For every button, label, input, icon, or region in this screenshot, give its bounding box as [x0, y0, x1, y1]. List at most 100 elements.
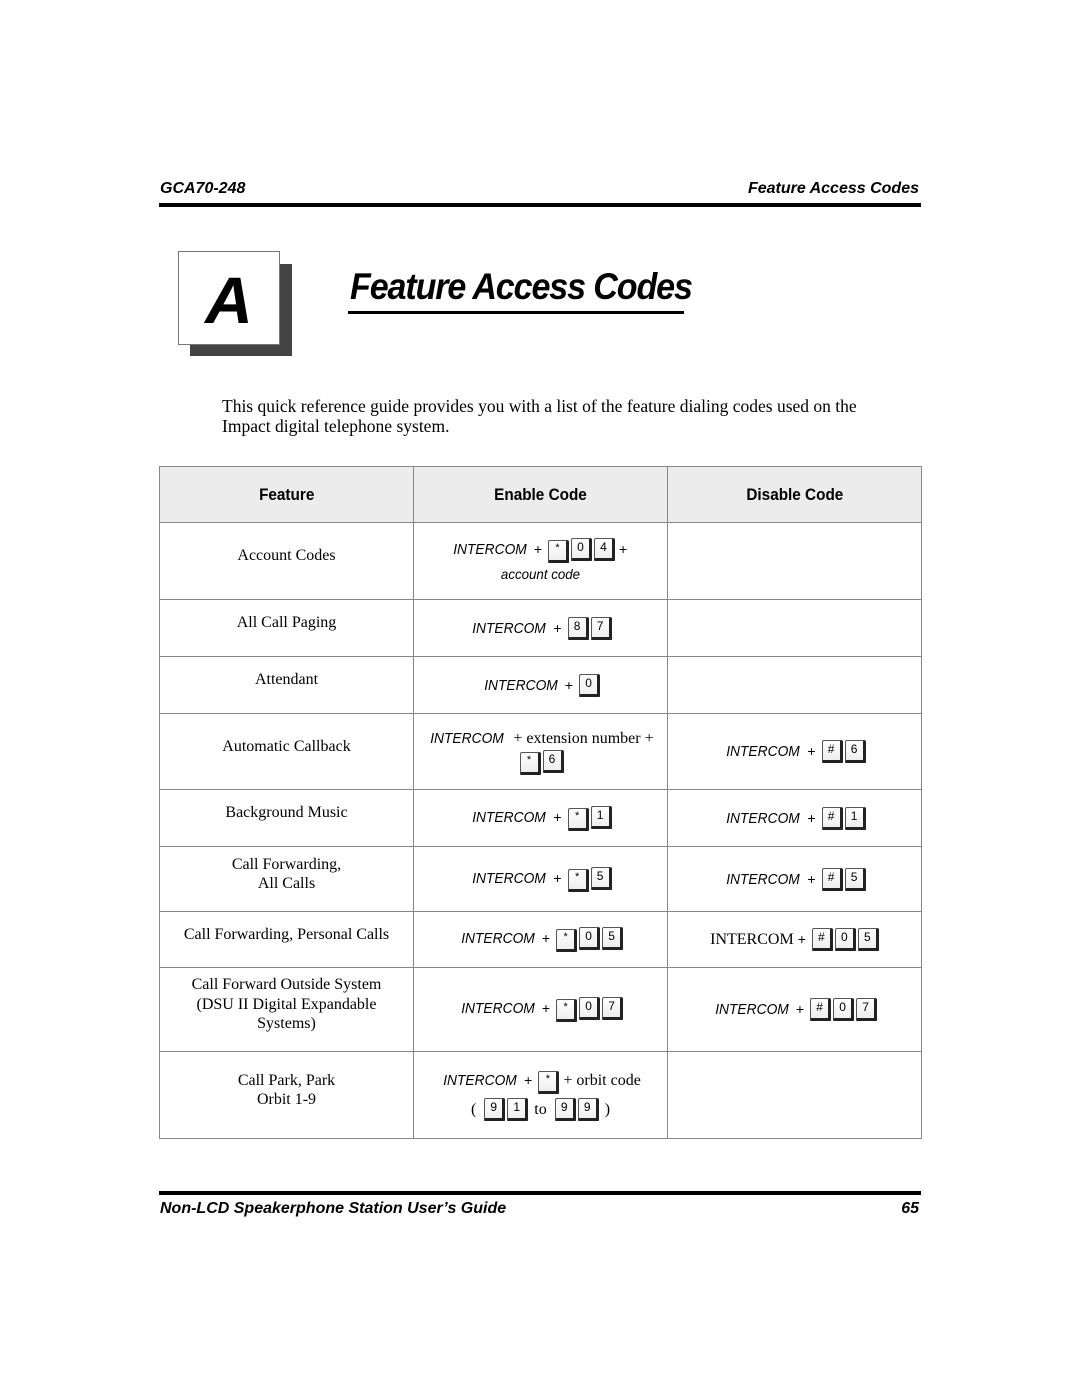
keypad-key-icon: # — [811, 928, 833, 951]
enable-code-cell: INTERCOM + * 1 — [413, 789, 668, 847]
feature-name-cell: Call Forwarding, Personal Calls — [159, 911, 414, 968]
feature-name-cell: Account Codes — [159, 522, 414, 600]
enable-code-cell: INTERCOM + * 0 4 + account code — [413, 522, 668, 600]
column-header-enable-code: Enable Code — [413, 466, 668, 523]
enable-code-cell: INTERCOM +0 — [413, 656, 668, 714]
code-line: INTERCOM + * 0 5 — [414, 927, 667, 952]
plus-sign: + — [797, 931, 806, 947]
keypad-key-icon: 5 — [602, 927, 624, 950]
table-row: Account Codes INTERCOM + * 0 4 + account code — [159, 522, 922, 600]
plus-sign: + — [807, 870, 816, 887]
intercom-label: INTERCOM — [472, 619, 547, 637]
keypad-key-icon: # — [821, 867, 843, 891]
disable-code-cell: INTERCOM + #0 7 — [667, 967, 922, 1052]
feature-name: All Call Paging — [236, 614, 337, 632]
code-line: INTERCOM + #6 — [668, 740, 921, 763]
code-line: INTERCOM +8 7 — [414, 616, 667, 640]
table-row: Automatic Callback INTERCOM + extension nu… — [159, 713, 922, 790]
feature-name-cell: Background Music — [159, 789, 414, 847]
feature-name: Attendant — [254, 671, 319, 689]
intercom-label: INTERCOM — [430, 730, 505, 747]
code-line: * 6 — [414, 750, 667, 775]
orbit-code-text: + orbit code — [563, 1072, 641, 1089]
keypad-key-icon: 0 — [579, 927, 601, 950]
feature-name: Call Park, Park — [237, 1071, 336, 1089]
intercom-label: INTERCOM — [443, 1072, 517, 1089]
intercom-label: INTERCOM — [710, 931, 794, 948]
disable-code-cell: INTERCOM + #0 5 — [667, 911, 922, 968]
feature-name-cell: Call Forward Outside System (DSU II Digit… — [159, 967, 414, 1052]
plus-sign: + — [553, 869, 562, 886]
code-line: INTERCOM + * 0 7 — [414, 997, 667, 1022]
plus-sign: + — [553, 619, 562, 636]
code-line: INTERCOM + #0 7 — [668, 998, 921, 1021]
disable-code-cell: INTERCOM + #6 — [667, 713, 922, 790]
column-header-feature: Feature — [159, 466, 414, 523]
intercom-label: INTERCOM — [726, 870, 801, 888]
keypad-key-icon: * — [567, 807, 589, 831]
disable-code-cell — [667, 599, 922, 657]
enable-code-cell: INTERCOM + * 0 5 — [413, 911, 668, 968]
code-line: INTERCOM + #0 5 — [668, 928, 921, 951]
orbit-range: (9 1 to 9 9) — [414, 1098, 667, 1121]
code-line: INTERCOM +0 — [414, 673, 667, 697]
intercom-label: INTERCOM — [461, 930, 535, 947]
footer-rule — [159, 1191, 921, 1195]
keypad-key-icon: * — [567, 868, 589, 892]
feature-name: Account Codes — [237, 547, 336, 565]
disable-code-cell — [667, 656, 922, 714]
header-rule — [159, 203, 921, 207]
intercom-label: INTERCOM — [472, 869, 547, 887]
document-code: GCA70-248 — [160, 180, 246, 197]
intercom-label: INTERCOM — [461, 1000, 535, 1017]
feature-name: Systems) — [257, 1015, 316, 1033]
table-row: Call Forward Outside System (DSU II Digit… — [159, 967, 922, 1052]
plus-sign: + — [541, 930, 551, 946]
keypad-key-icon: 7 — [602, 997, 624, 1020]
feature-name: Automatic Callback — [222, 737, 351, 755]
keypad-key-icon: 5 — [590, 866, 612, 890]
keypad-key-icon: 1 — [507, 1098, 529, 1121]
feature-name: Orbit 1-9 — [256, 1091, 317, 1108]
keypad-key-icon: 0 — [579, 997, 601, 1020]
code-line: INTERCOM + * 5 — [414, 866, 667, 892]
feature-name: All Calls — [257, 875, 316, 892]
keypad-key-icon: * — [519, 752, 541, 775]
enable-code-cell: INTERCOM + extension number + * 6 — [413, 713, 668, 790]
keypad-key-icon: 7 — [856, 998, 878, 1021]
keypad-key-icon: 7 — [590, 616, 612, 640]
plus-sign: + — [564, 676, 574, 693]
intercom-label: INTERCOM — [453, 540, 527, 558]
close-paren: ) — [604, 1101, 611, 1118]
to-word: to — [534, 1101, 547, 1118]
chapter-title: Feature Access Codes — [350, 266, 693, 307]
table-row: Attendant INTERCOM +0 — [159, 656, 922, 714]
keypad-key-icon: * — [548, 539, 569, 563]
table-row: Background Music INTERCOM + * 1 INTERCOM + #1 — [159, 789, 922, 847]
code-line: INTERCOM + * 1 — [414, 805, 667, 831]
feature-name: (DSU II Digital Expandable — [196, 995, 377, 1013]
keypad-key-icon: # — [821, 740, 843, 763]
enable-code-cell: INTERCOM + * + orbit code(9 1 to 9 9) — [413, 1051, 668, 1139]
code-line: INTERCOM + * 0 4 + — [414, 537, 667, 563]
plus-sign: + — [553, 808, 562, 825]
keypad-key-icon: 5 — [857, 928, 879, 951]
plus-sign: + — [533, 540, 542, 557]
guide-title: Non-LCD Speakerphone Station User’s Guid… — [160, 1200, 507, 1217]
feature-name-cell: Automatic Callback — [159, 713, 414, 790]
running-section-title: Feature Access Codes — [747, 180, 919, 197]
keypad-key-icon: * — [556, 999, 578, 1022]
keypad-key-icon: 9 — [577, 1098, 599, 1121]
keypad-key-icon: 6 — [844, 740, 866, 763]
feature-name-cell: All Call Paging — [159, 599, 414, 657]
intercom-label: INTERCOM — [472, 808, 547, 826]
account-code-text: account code — [500, 565, 581, 582]
keypad-key-icon: 4 — [594, 537, 615, 561]
title-underline — [348, 311, 684, 314]
disable-code-cell: INTERCOM + #1 — [667, 789, 922, 847]
plus-sign: + — [541, 1000, 551, 1016]
intercom-label: INTERCOM — [726, 809, 801, 827]
table-row: All Call Paging INTERCOM +8 7 — [159, 599, 922, 657]
keypad-key-icon: 0 — [833, 998, 855, 1021]
keypad-key-icon: 1 — [590, 805, 612, 829]
